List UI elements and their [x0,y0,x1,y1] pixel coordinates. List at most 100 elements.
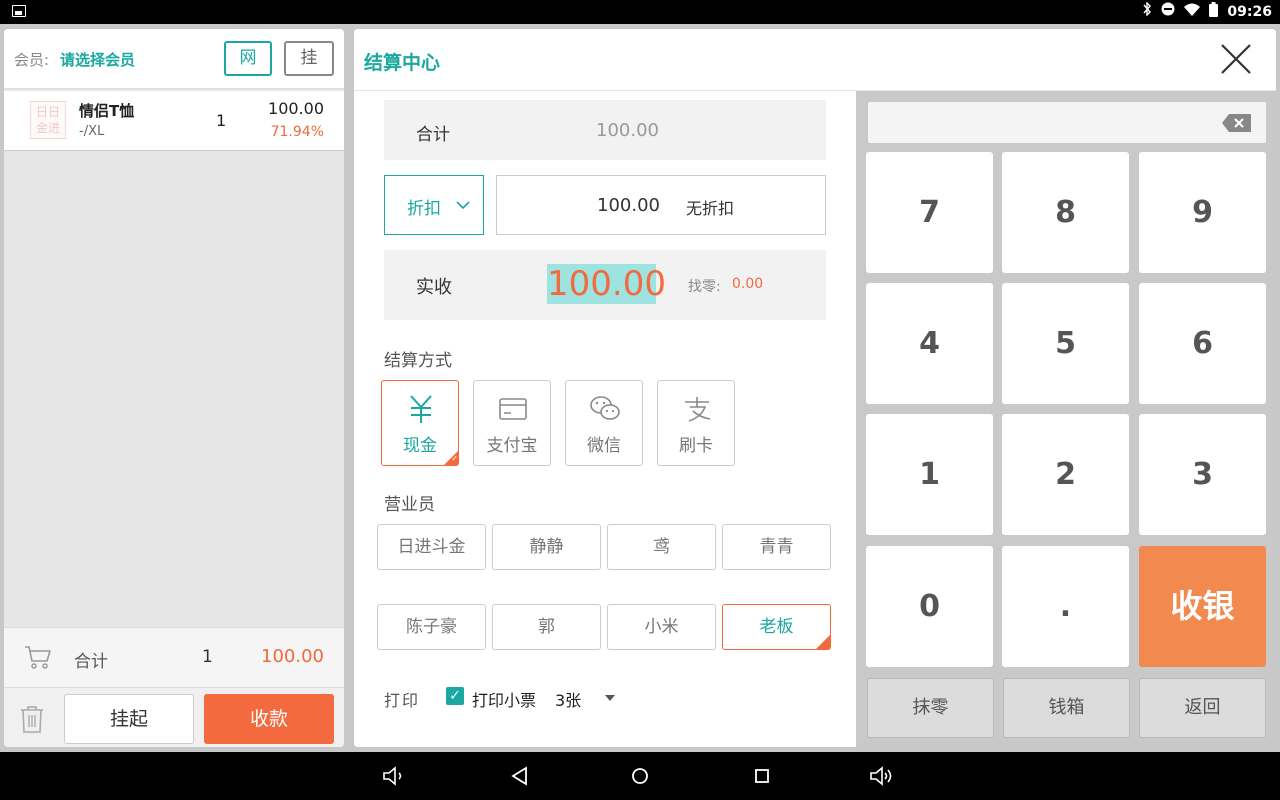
cart-panel: 会员: 请选择会员 网 挂 日日金进 情侣T恤 -/XL 1 100.00 71… [4,29,344,747]
close-icon[interactable] [1220,43,1252,75]
select-member-link[interactable]: 请选择会员 [60,49,135,70]
key-0[interactable]: 0 [866,546,993,667]
staff-option[interactable]: 郭 [492,604,601,650]
change-value: 0.00 [732,276,764,292]
cart-actions: 挂起 收款 [4,687,344,747]
item-spec: -/XL [79,124,105,139]
settlement-form: 合计 100.00 折扣 100.00 无折扣 实收 100.00 找零: 0.… [354,91,856,747]
staff-option[interactable]: 静静 [492,524,601,570]
suspend-button[interactable]: 挂起 [64,694,194,744]
key-3[interactable]: 3 [1139,414,1266,535]
key-9[interactable]: 9 [1139,152,1266,273]
wechat-icon [590,396,620,420]
pay-method-heading: 结算方式 [384,351,452,371]
gallery-notification-icon [12,5,26,17]
change-label: 找零: [688,279,721,295]
staff-option[interactable]: 日进斗金 [377,524,486,570]
battery-icon [1209,1,1219,23]
status-icons: 09:26 [1142,1,1272,23]
staff-option[interactable]: 鸢 [607,524,716,570]
received-label: 实收 [416,277,452,298]
pay-method-card[interactable]: 刷卡 [657,380,735,466]
key-2[interactable]: 2 [1002,414,1129,535]
discount-field[interactable]: 100.00 无折扣 [496,175,826,235]
key-5[interactable]: 5 [1002,283,1129,404]
cart-item[interactable]: 日日金进 情侣T恤 -/XL 1 100.00 71.94% [4,91,344,151]
summary-amount: 100.00 [261,646,324,667]
key-4[interactable]: 4 [866,283,993,404]
volume-down-icon[interactable] [381,764,407,788]
back-nav-icon[interactable] [507,764,533,788]
alipay-icon [685,397,711,422]
pay-method-alipay[interactable]: 支付宝 [473,380,551,466]
discount-label: 折扣 [407,199,441,219]
pay-method-cash[interactable]: 现金 [381,380,459,466]
trash-icon[interactable] [18,704,46,734]
staff-option[interactable]: 青青 [722,524,831,570]
back-button[interactable]: 返回 [1139,678,1266,738]
dialog-header: 结算中心 [354,29,1276,91]
hang-button[interactable]: 挂 [284,41,334,76]
do-not-disturb-icon [1161,2,1175,22]
selected-check-icon [816,635,830,682]
checkout-button[interactable]: 收银 [1139,546,1266,667]
keypad-display [868,102,1266,143]
key-7[interactable]: 7 [866,152,993,273]
received-row: 实收 100.00 找零: 0.00 [384,250,826,320]
discount-note: 无折扣 [686,199,735,218]
member-label: 会员: [14,51,50,69]
recents-nav-icon[interactable] [749,764,775,788]
cart-summary: 合计 1 100.00 [4,627,344,687]
total-row: 合计 100.00 [384,100,826,160]
item-price: 100.00 [268,99,324,118]
navigation-bar [0,752,1280,800]
product-thumbnail: 日日金进 [30,101,66,139]
member-bar: 会员: 请选择会员 网 挂 [4,29,344,89]
summary-label: 合计 [74,652,108,672]
clock: 09:26 [1227,4,1272,20]
round-off-button[interactable]: 抹零 [867,678,994,738]
card-icon [499,398,527,420]
total-label: 合计 [416,125,450,145]
staff-heading: 营业员 [384,495,435,515]
staff-option-selected[interactable]: 老板 [722,604,831,682]
pay-method-label: 微信 [587,436,621,456]
pay-method-label: 刷卡 [679,436,713,456]
collect-payment-button[interactable]: 收款 [204,694,334,744]
status-bar: 09:26 [0,0,1280,24]
dialog-title: 结算中心 [364,52,441,74]
pay-method-wechat[interactable]: 微信 [565,380,643,466]
key-decimal[interactable]: . [1002,546,1129,667]
cart-icon [25,646,51,669]
key-1[interactable]: 1 [866,414,993,535]
chevron-down-icon [456,201,470,210]
settlement-dialog: 结算中心 合计 100.00 折扣 100.00 无折扣 实收 100.00 找… [354,29,1276,747]
total-value: 100.00 [596,120,659,141]
key-6[interactable]: 6 [1139,283,1266,404]
key-8[interactable]: 8 [1002,152,1129,273]
discount-value: 100.00 [597,195,660,216]
volume-up-icon[interactable] [869,764,895,788]
backspace-icon[interactable] [1221,113,1253,133]
item-discount-pct: 71.94% [270,124,324,140]
numeric-keypad: 7 8 9 4 5 6 1 2 3 0 . 收银 抹零 钱箱 返回 [856,91,1276,747]
wifi-icon [1184,3,1201,22]
summary-qty: 1 [202,647,213,667]
item-qty: 1 [216,111,227,130]
yen-icon [410,395,432,423]
received-amount-input[interactable]: 100.00 [547,264,666,304]
print-label: 打印 [384,691,421,710]
staff-option[interactable]: 小米 [607,604,716,650]
print-ticket-checkbox[interactable]: ✓ [446,687,464,705]
net-button[interactable]: 网 [224,41,272,76]
print-ticket-label: 打印小票 [472,691,537,710]
caret-down-icon[interactable] [605,695,615,701]
home-nav-icon[interactable] [627,764,653,788]
selected-check-icon [444,451,458,465]
discount-dropdown[interactable]: 折扣 [384,175,484,235]
staff-option[interactable]: 陈子豪 [377,604,486,650]
staff-option-label: 老板 [759,617,794,637]
bluetooth-icon [1142,1,1152,22]
cash-drawer-button[interactable]: 钱箱 [1003,678,1130,738]
print-count-select[interactable]: 3张 [555,687,581,711]
